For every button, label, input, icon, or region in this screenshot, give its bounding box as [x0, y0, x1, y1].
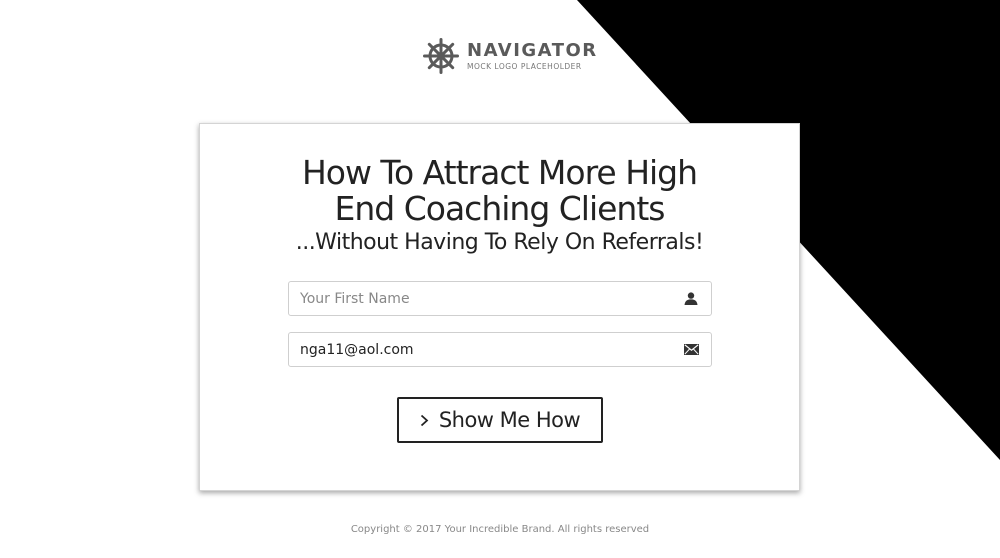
first-name-field[interactable] [288, 281, 712, 316]
brand-logo[interactable]: NAVIGATOR MOCK LOGO PLACEHOLDER [423, 38, 598, 74]
logo-name: NAVIGATOR [467, 39, 598, 61]
user-icon [671, 292, 711, 305]
first-name-input[interactable] [289, 282, 671, 315]
subheadline: ...Without Having To Rely On Referrals! [295, 230, 704, 255]
page: NAVIGATOR MOCK LOGO PLACEHOLDER How To A… [0, 0, 1000, 558]
email-input[interactable] [289, 333, 671, 366]
show-me-how-label: Show Me How [438, 408, 581, 432]
headline-line-1: How To Attract More High [301, 153, 698, 192]
headline-line-2: End Coaching Clients [334, 189, 666, 228]
optin-card: How To Attract More High End Coaching Cl… [199, 123, 800, 491]
logo-tagline: MOCK LOGO PLACEHOLDER [467, 61, 582, 71]
show-me-how-button[interactable]: Show Me How [397, 397, 603, 443]
footer-copyright: Copyright © 2017 Your Incredible Brand. … [350, 524, 650, 535]
email-field[interactable] [288, 332, 712, 367]
envelope-icon [671, 344, 711, 355]
chevron-right-icon [420, 414, 429, 426]
page-title: How To Attract More High End Coaching Cl… [200, 155, 799, 227]
ship-wheel-icon [423, 38, 459, 74]
